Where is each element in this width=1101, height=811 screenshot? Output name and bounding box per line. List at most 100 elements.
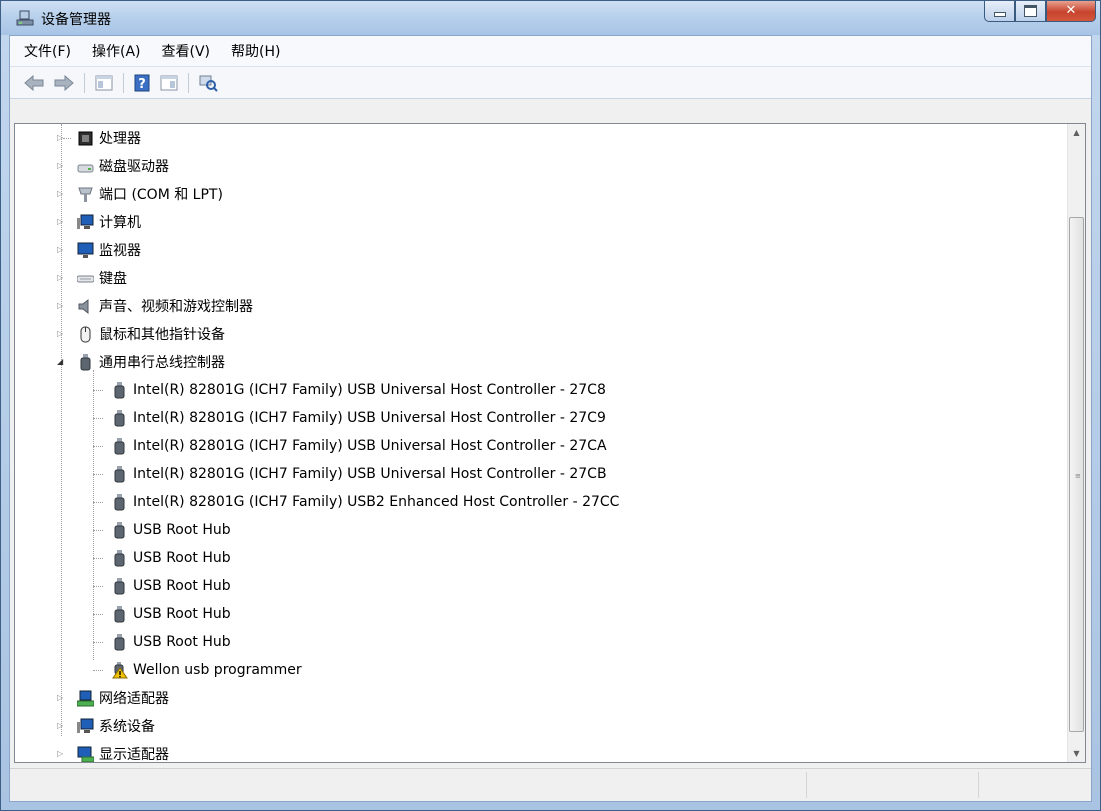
usb-device-icon [111, 577, 128, 595]
port-icon [77, 186, 94, 203]
close-button[interactable]: ✕ [1046, 1, 1096, 22]
close-icon: ✕ [1065, 3, 1077, 18]
usb-device-icon [111, 437, 128, 455]
forward-arrow-icon[interactable] [52, 73, 76, 93]
tree-device-item[interactable]: USB Root Hub [93, 628, 231, 656]
tree-category-ports[interactable]: ▷ 端口 (COM 和 LPT) [57, 180, 223, 208]
usb-device-icon [111, 633, 128, 651]
expand-arrow-icon[interactable]: ▷ [57, 217, 66, 226]
properties-icon[interactable] [158, 73, 180, 93]
tree-device-item-warning[interactable]: Wellon usb programmer [93, 656, 302, 684]
expand-arrow-icon[interactable]: ▷ [57, 721, 66, 730]
usb-warning-icon [111, 661, 128, 679]
svg-text:?: ? [138, 77, 146, 92]
menu-bar: 文件(F) 操作(A) 查看(V) 帮助(H) [10, 36, 1091, 67]
scan-hardware-icon[interactable] [197, 73, 219, 93]
scroll-down-arrow-icon[interactable]: ▼ [1068, 745, 1085, 762]
expand-arrow-icon[interactable]: ▷ [57, 189, 66, 198]
tree-category-mice[interactable]: ▷ 鼠标和其他指针设备 [57, 320, 225, 348]
tree-device-item[interactable]: Intel(R) 82801G (ICH7 Family) USB Univer… [93, 460, 607, 488]
tree-category-label: 网络适配器 [99, 691, 169, 707]
status-bar [10, 768, 1091, 801]
expand-arrow-icon[interactable]: ▷ [57, 161, 66, 170]
tree-category-label: 监视器 [99, 243, 141, 259]
tree-device-label: Wellon usb programmer [133, 662, 302, 678]
expand-arrow-icon[interactable]: ▷ [57, 329, 66, 338]
expand-arrow-icon[interactable]: ▷ [57, 301, 66, 310]
tree-category-keyboards[interactable]: ▷ 键盘 [57, 264, 127, 292]
tree-category-processor[interactable]: ▷ 处理器 [57, 124, 141, 152]
scroll-up-arrow-icon[interactable]: ▲ [1068, 124, 1085, 141]
title-bar[interactable]: 设备管理器 ✕ [1, 1, 1100, 35]
tree-category-label: 鼠标和其他指针设备 [99, 327, 225, 343]
tree-device-item[interactable]: Intel(R) 82801G (ICH7 Family) USB Univer… [93, 404, 606, 432]
toolbar-separator [188, 72, 189, 93]
tree-category-network-adapters[interactable]: ▷ 网络适配器 [57, 684, 169, 712]
expand-arrow-icon[interactable]: ▷ [57, 273, 66, 282]
tree-category-display-adapters[interactable]: ▷ 显示适配器 [57, 740, 169, 762]
tree-category-computer[interactable]: ▷ 计算机 [57, 208, 141, 236]
mouse-icon [77, 326, 94, 343]
tree-category-label: 声音、视频和游戏控制器 [99, 299, 253, 315]
minimize-button[interactable] [984, 1, 1015, 22]
grip-icon: ≡ [1075, 471, 1081, 480]
tree-category-monitors[interactable]: ▷ 监视器 [57, 236, 141, 264]
tree-category-label: 磁盘驱动器 [99, 159, 169, 175]
tree-device-label: Intel(R) 82801G (ICH7 Family) USB Univer… [133, 382, 606, 398]
tree-device-label: USB Root Hub [133, 606, 231, 622]
tree-category-usb-controllers[interactable]: ◢ 通用串行总线控制器 [57, 348, 225, 376]
usb-device-icon [111, 381, 128, 399]
tree-device-item[interactable]: Intel(R) 82801G (ICH7 Family) USB Univer… [93, 376, 606, 404]
usb-device-icon [111, 465, 128, 483]
device-tree-pane: ▷ 处理器 ▷ 磁盘驱动器 ▷ 端口 (COM 和 LPT) ▷ 计算机 ▷ 监… [14, 123, 1086, 763]
show-hide-tree-icon[interactable] [93, 73, 115, 93]
tree-category-label: 系统设备 [99, 719, 155, 735]
tree-device-label: USB Root Hub [133, 578, 231, 594]
device-tree[interactable]: ▷ 处理器 ▷ 磁盘驱动器 ▷ 端口 (COM 和 LPT) ▷ 计算机 ▷ 监… [15, 124, 1067, 762]
tree-device-label: USB Root Hub [133, 634, 231, 650]
tree-category-disk-drives[interactable]: ▷ 磁盘驱动器 [57, 152, 169, 180]
maximize-button[interactable] [1015, 1, 1046, 22]
network-adapter-icon [76, 690, 95, 707]
status-pane [978, 772, 979, 798]
tree-category-label: 显示适配器 [99, 747, 169, 762]
window-title: 设备管理器 [41, 12, 111, 28]
status-pane [806, 772, 807, 798]
tree-device-label: USB Root Hub [133, 522, 231, 538]
display-adapter-icon [77, 746, 95, 762]
expand-arrow-icon[interactable]: ▷ [57, 693, 66, 702]
expand-arrow-icon[interactable]: ▷ [57, 245, 66, 254]
menu-file[interactable]: 文件(F) [24, 41, 71, 61]
back-arrow-icon[interactable] [22, 73, 46, 93]
tree-device-item[interactable]: USB Root Hub [93, 572, 231, 600]
usb-device-icon [111, 605, 128, 623]
expand-arrow-icon[interactable]: ▷ [57, 749, 66, 758]
help-icon[interactable]: ? [132, 73, 152, 93]
disk-drive-icon [77, 158, 94, 175]
usb-device-icon [111, 521, 128, 539]
menu-action[interactable]: 操作(A) [92, 41, 141, 61]
system-device-icon [77, 718, 94, 735]
tree-device-item[interactable]: Intel(R) 82801G (ICH7 Family) USB2 Enhan… [93, 488, 620, 516]
tree-connector [93, 370, 94, 660]
collapse-arrow-icon[interactable]: ◢ [57, 357, 66, 366]
usb-device-icon [111, 549, 128, 567]
tree-device-item[interactable]: USB Root Hub [93, 544, 231, 572]
tree-device-label: Intel(R) 82801G (ICH7 Family) USB2 Enhan… [133, 494, 620, 510]
tree-category-system-devices[interactable]: ▷ 系统设备 [57, 712, 155, 740]
scrollbar-thumb[interactable]: ≡ [1069, 217, 1084, 732]
tree-device-item[interactable]: Intel(R) 82801G (ICH7 Family) USB Univer… [93, 432, 607, 460]
tree-device-item[interactable]: USB Root Hub [93, 516, 231, 544]
tree-device-label: USB Root Hub [133, 550, 231, 566]
processor-icon [77, 130, 94, 147]
computer-icon [77, 214, 94, 231]
client-area: 文件(F) 操作(A) 查看(V) 帮助(H) ? ▷ 处理器 ▷ 磁盘驱动器 … [9, 35, 1092, 802]
toolbar-separator [84, 72, 85, 93]
tree-category-sound[interactable]: ▷ 声音、视频和游戏控制器 [57, 292, 253, 320]
toolbar-separator [123, 72, 124, 93]
usb-device-icon [111, 409, 128, 427]
menu-view[interactable]: 查看(V) [162, 41, 211, 61]
menu-help[interactable]: 帮助(H) [231, 41, 280, 61]
tree-device-item[interactable]: USB Root Hub [93, 600, 231, 628]
vertical-scrollbar[interactable]: ▲ ≡ ▼ [1067, 124, 1085, 762]
